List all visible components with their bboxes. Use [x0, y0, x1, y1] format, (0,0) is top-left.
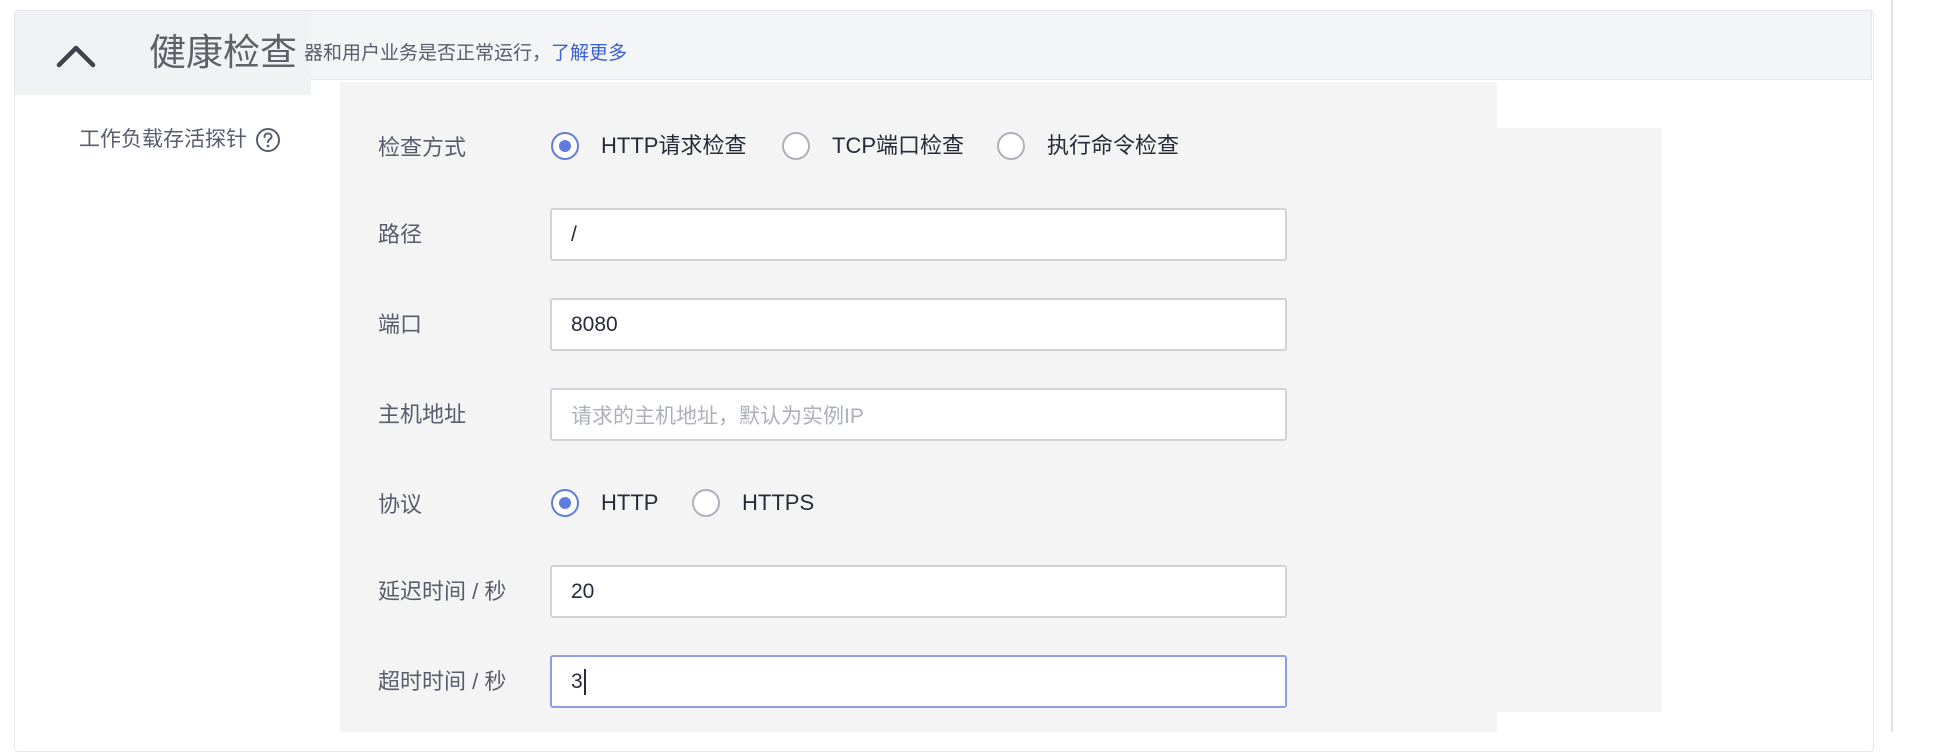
- radio-circle: [997, 132, 1025, 160]
- delay-value: 20: [571, 579, 595, 603]
- collapse-button[interactable]: [53, 35, 99, 75]
- radio-http-request-check[interactable]: HTTP请求检查: [551, 131, 746, 161]
- path-input[interactable]: /: [550, 208, 1287, 261]
- section-description: 器和用户业务是否正常运行，了解更多: [304, 40, 627, 68]
- radio-circle: [551, 132, 579, 160]
- host-label: 主机地址: [378, 402, 467, 427]
- page-right-divider: [1891, 0, 1893, 732]
- protocol-label: 协议: [378, 492, 423, 517]
- liveness-probe-label: 工作负载存活探针: [79, 125, 281, 155]
- radio-circle: [782, 132, 810, 160]
- timeout-label: 超时时间 / 秒: [378, 669, 507, 694]
- host-placeholder: 请求的主机地址，默认为实例IP: [571, 404, 864, 428]
- radio-tcp-port-check[interactable]: TCP端口检查: [782, 131, 964, 161]
- timeout-input[interactable]: 3: [550, 655, 1287, 708]
- radio-protocol-http[interactable]: HTTP: [551, 488, 658, 518]
- learn-more-link[interactable]: 了解更多: [551, 43, 627, 64]
- chevron-up-icon: [56, 45, 96, 68]
- radio-label: TCP端口检查: [832, 133, 965, 158]
- port-label: 端口: [378, 312, 423, 337]
- radio-circle: [692, 489, 720, 517]
- section-title-box: 健康检查: [15, 11, 311, 95]
- radio-label: HTTP: [601, 490, 659, 515]
- path-label: 路径: [378, 222, 423, 247]
- liveness-probe-text: 工作负载存活探针: [79, 128, 247, 151]
- radio-label: HTTPS: [742, 490, 815, 515]
- port-input[interactable]: 8080: [550, 298, 1287, 351]
- check-method-label: 检查方式: [378, 135, 467, 160]
- delay-label: 延迟时间 / 秒: [378, 579, 507, 604]
- radio-exec-command-check[interactable]: 执行命令检查: [997, 131, 1179, 161]
- section-header: 健康检查 器和用户业务是否正常运行，了解更多: [14, 10, 1872, 95]
- host-input[interactable]: 请求的主机地址，默认为实例IP: [550, 388, 1287, 441]
- radio-circle: [551, 489, 579, 517]
- radio-protocol-https[interactable]: HTTPS: [692, 488, 814, 518]
- help-circle-icon[interactable]: [255, 127, 281, 153]
- path-value: /: [571, 222, 577, 246]
- form-background-extension: [1497, 128, 1662, 712]
- radio-label: HTTP请求检查: [601, 133, 747, 158]
- timeout-value: 3: [571, 669, 583, 693]
- description-text: 器和用户业务是否正常运行，: [304, 43, 552, 64]
- text-caret: [583, 668, 586, 695]
- section-title: 健康检查: [149, 32, 297, 73]
- port-value: 8080: [571, 312, 618, 336]
- radio-label: 执行命令检查: [1047, 133, 1180, 158]
- delay-input[interactable]: 20: [550, 565, 1287, 618]
